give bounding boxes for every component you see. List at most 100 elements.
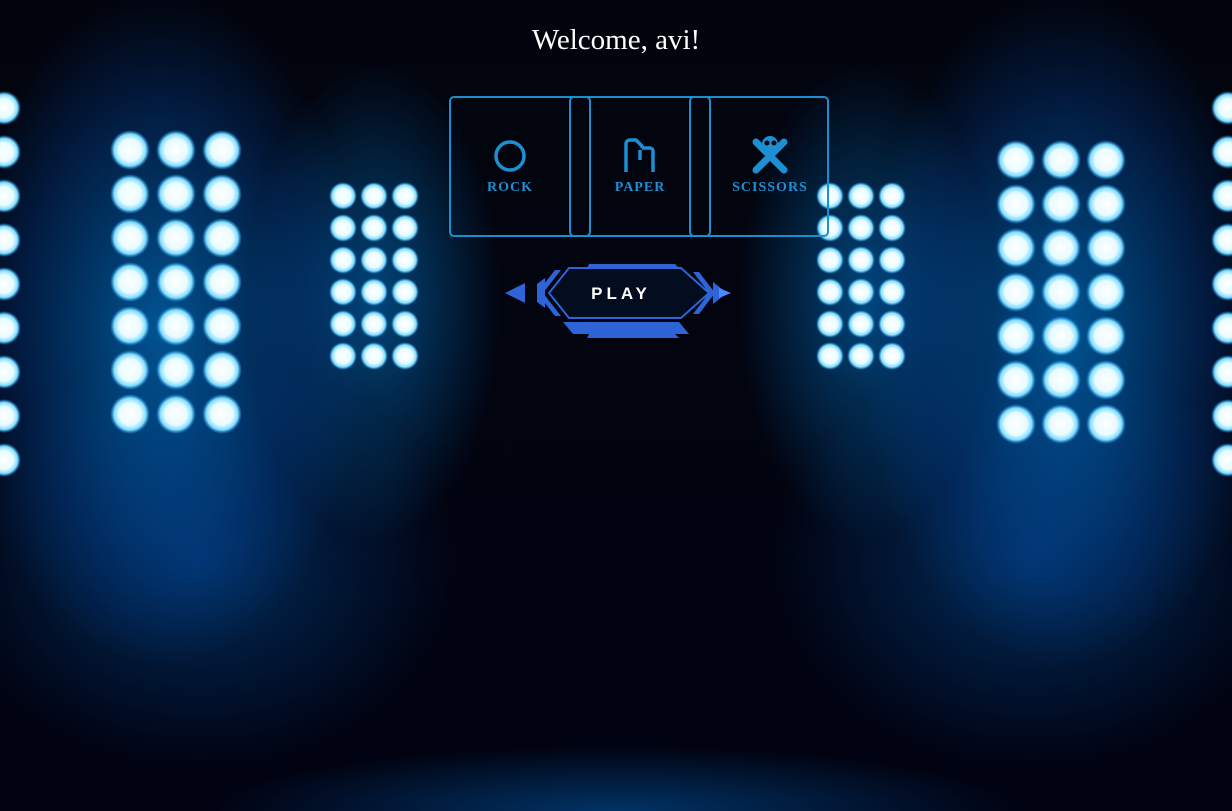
stadium-light-bulb	[391, 278, 419, 306]
stadium-light-bulb	[996, 228, 1036, 268]
stadium-light-bulb	[156, 174, 196, 214]
stadium-light-bulb	[329, 214, 357, 242]
stadium-light-bulb	[202, 306, 242, 346]
stadium-light-bulb	[1086, 272, 1126, 312]
stadium-light-bulb	[0, 179, 21, 213]
choice-divider	[569, 96, 591, 237]
stadium-light-bulb	[996, 140, 1036, 180]
stadium-light-bulb	[360, 214, 388, 242]
stadium-light-bulb	[156, 350, 196, 390]
stadium-light-bulb	[156, 218, 196, 258]
stadium-light-bulb	[202, 350, 242, 390]
stadium-light-bulb	[360, 246, 388, 274]
stadium-light-bulb	[0, 443, 21, 477]
stadium-light-bulb	[1086, 360, 1126, 400]
stadium-light-bulb	[391, 182, 419, 210]
paper-button[interactable]: PAPER	[591, 96, 689, 237]
stadium-light-bulb	[1211, 443, 1232, 477]
stadium-light-bulb	[110, 350, 150, 390]
stadium-light-bulb	[1041, 140, 1081, 180]
stadium-light-bulb	[1211, 399, 1232, 433]
stadium-light-bulb	[1041, 184, 1081, 224]
stadium-light-bulb	[878, 278, 906, 306]
stadium-light-bulb	[1211, 179, 1232, 213]
scissors-button[interactable]: SCISSORS	[711, 96, 829, 237]
paper-label: PAPER	[614, 180, 666, 195]
stadium-light-bulb	[0, 267, 21, 301]
choice-panel: ROCK PAPER SCISSORS	[449, 96, 829, 237]
stadium-light-bulb	[847, 278, 875, 306]
play-button[interactable]: PLAY	[503, 262, 735, 340]
stadium-light-bulb	[391, 342, 419, 370]
stadium-light-bulb	[0, 355, 21, 389]
stadium-light-bulb	[1211, 135, 1232, 169]
stadium-light-bulb	[1211, 267, 1232, 301]
stadium-light-bulb	[0, 399, 21, 433]
stadium-light-bulb	[156, 130, 196, 170]
stadium-light-bulb	[156, 262, 196, 302]
stadium-light-bulb	[996, 360, 1036, 400]
stadium-light-bulb	[1041, 404, 1081, 444]
stadium-light-bulb	[329, 246, 357, 274]
stadium-light-bulb	[0, 91, 21, 125]
stadium-light-bulb	[847, 310, 875, 338]
stadium-light-bulb	[1086, 316, 1126, 356]
stadium-light-bulb	[110, 174, 150, 214]
stadium-light-bulb	[1041, 272, 1081, 312]
circle-icon	[494, 140, 526, 172]
stadium-light-bulb	[1211, 355, 1232, 389]
stadium-light-bulb	[202, 218, 242, 258]
stadium-light-bulb	[1086, 404, 1126, 444]
stadium-light-bulb	[360, 182, 388, 210]
stadium-light-bulb	[1211, 91, 1232, 125]
stadium-light-bulb	[391, 246, 419, 274]
stadium-light-bulb	[329, 182, 357, 210]
stadium-light-bulb	[816, 342, 844, 370]
stadium-light-bulb	[1211, 223, 1232, 257]
stadium-light-bulb	[329, 342, 357, 370]
stadium-light-bulb	[1211, 311, 1232, 345]
stadium-light-bulb	[1041, 360, 1081, 400]
stadium-light-bulb	[996, 272, 1036, 312]
stadium-light-bulb	[202, 174, 242, 214]
stadium-light-bulb	[110, 130, 150, 170]
stadium-light-bulb	[329, 310, 357, 338]
stadium-light-bulb	[878, 214, 906, 242]
choice-divider	[689, 96, 711, 237]
stadium-light-bulb	[156, 306, 196, 346]
stadium-light-bulb	[202, 394, 242, 434]
stadium-light-bulb	[391, 214, 419, 242]
stadium-light-bulb	[878, 342, 906, 370]
stadium-light-bulb	[329, 278, 357, 306]
stadium-light-bulb	[847, 342, 875, 370]
stadium-light-bulb	[156, 394, 196, 434]
stadium-light-bulb	[996, 404, 1036, 444]
rock-label: ROCK	[487, 180, 533, 195]
stadium-light-bulb	[110, 218, 150, 258]
stadium-light-bulb	[110, 262, 150, 302]
stadium-light-bulb	[847, 214, 875, 242]
stadium-light-bulb	[816, 310, 844, 338]
stadium-light-bulb	[847, 182, 875, 210]
stadium-light-bulb	[391, 310, 419, 338]
stadium-light-bulb	[1041, 316, 1081, 356]
game-stage: Welcome, avi! ROCK PAPER SCISSORS PLAY	[0, 0, 1232, 811]
stadium-light-bulb	[878, 310, 906, 338]
welcome-title: Welcome, avi!	[531, 24, 701, 56]
stadium-light-bulb	[0, 223, 21, 257]
rock-button[interactable]: ROCK	[449, 96, 571, 237]
stadium-light-bulb	[1041, 228, 1081, 268]
stadium-light-bulb	[816, 278, 844, 306]
stadium-light-bulb	[360, 278, 388, 306]
scissors-icon	[752, 136, 788, 174]
stadium-light-bulb	[0, 311, 21, 345]
stadium-light-bulb	[110, 306, 150, 346]
stadium-light-bulb	[878, 246, 906, 274]
stadium-light-bulb	[202, 262, 242, 302]
stadium-light-bulb	[1086, 228, 1126, 268]
stadium-light-bulb	[996, 184, 1036, 224]
paper-icon	[624, 138, 655, 172]
stadium-light-bulb	[816, 246, 844, 274]
stadium-light-bulb	[847, 246, 875, 274]
play-button-frame	[505, 264, 731, 338]
